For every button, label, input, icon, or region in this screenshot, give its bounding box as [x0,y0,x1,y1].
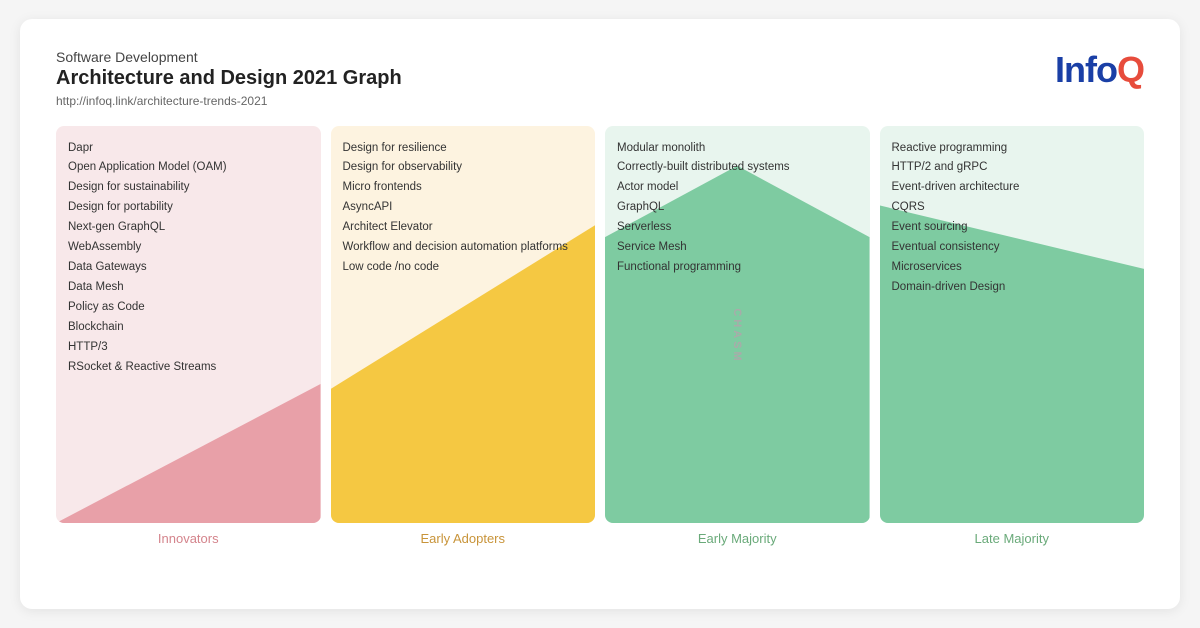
list-item: HTTP/3 [68,337,309,357]
innovators-label: Innovators [56,531,321,546]
list-item: AsyncAPI [343,198,584,218]
list-item: HTTP/2 and gRPC [892,158,1133,178]
column-innovators: Dapr Open Application Model (OAM) Design… [56,126,321,546]
list-item: WebAssembly [68,238,309,258]
list-item: Domain-driven Design [892,278,1133,298]
list-item: Design for observability [343,158,584,178]
infoq-logo: InfoQ [1055,49,1144,91]
list-item: GraphQL [617,198,858,218]
list-item: Dapr [68,138,309,158]
list-item: Event-driven architecture [892,178,1133,198]
list-item: Micro frontends [343,178,584,198]
list-item: Eventual consistency [892,238,1133,258]
list-item: Next-gen GraphQL [68,218,309,238]
url-link: http://infoq.link/architecture-trends-20… [56,94,402,108]
list-item: Open Application Model (OAM) [68,158,309,178]
list-item: Event sourcing [892,218,1133,238]
list-item: Serverless [617,218,858,238]
list-item: Microservices [892,258,1133,278]
list-item: Workflow and decision automation platfor… [343,238,584,258]
list-item: Design for sustainability [68,178,309,198]
late-majority-label: Late Majority [880,531,1145,546]
column-late-majority: Reactive programming HTTP/2 and gRPC Eve… [880,126,1145,546]
title-block: Software Development Architecture and De… [56,49,402,108]
list-item: Low code /no code [343,258,584,278]
list-item: CQRS [892,198,1133,218]
main-card: Software Development Architecture and De… [20,19,1180,609]
main-title: Architecture and Design 2021 Graph [56,65,402,91]
early-majority-label: Early Majority [605,531,870,546]
list-item: Design for portability [68,198,309,218]
innovators-list: Dapr Open Application Model (OAM) Design… [68,138,309,377]
list-item: Modular monolith [617,138,858,158]
list-item: Data Mesh [68,278,309,298]
late-majority-list: Reactive programming HTTP/2 and gRPC Eve… [892,138,1133,298]
list-item: Design for resilience [343,138,584,158]
column-early-adopters: Design for resilience Design for observa… [331,126,596,546]
innovators-box: Dapr Open Application Model (OAM) Design… [56,126,321,523]
header: Software Development Architecture and De… [56,49,1144,108]
early-majority-list: Modular monolith Correctly-built distrib… [617,138,858,278]
list-item: Actor model [617,178,858,198]
chasm-label: CHASM [731,308,743,363]
early-adopters-label: Early Adopters [331,531,596,546]
late-majority-box: Reactive programming HTTP/2 and gRPC Eve… [880,126,1145,523]
list-item: Architect Elevator [343,218,584,238]
subtitle: Software Development [56,49,402,65]
chart-area: Dapr Open Application Model (OAM) Design… [56,126,1144,546]
list-item: Service Mesh [617,238,858,258]
list-item: Correctly-built distributed systems [617,158,858,178]
early-adopters-list: Design for resilience Design for observa… [343,138,584,278]
list-item: Data Gateways [68,258,309,278]
list-item: RSocket & Reactive Streams [68,357,309,377]
early-adopters-box: Design for resilience Design for observa… [331,126,596,523]
list-item: Functional programming [617,258,858,278]
list-item: Policy as Code [68,298,309,318]
list-item: Blockchain [68,317,309,337]
column-early-majority: CHASM Modular monolith Correctly-built d… [605,126,870,546]
list-item: Reactive programming [892,138,1133,158]
